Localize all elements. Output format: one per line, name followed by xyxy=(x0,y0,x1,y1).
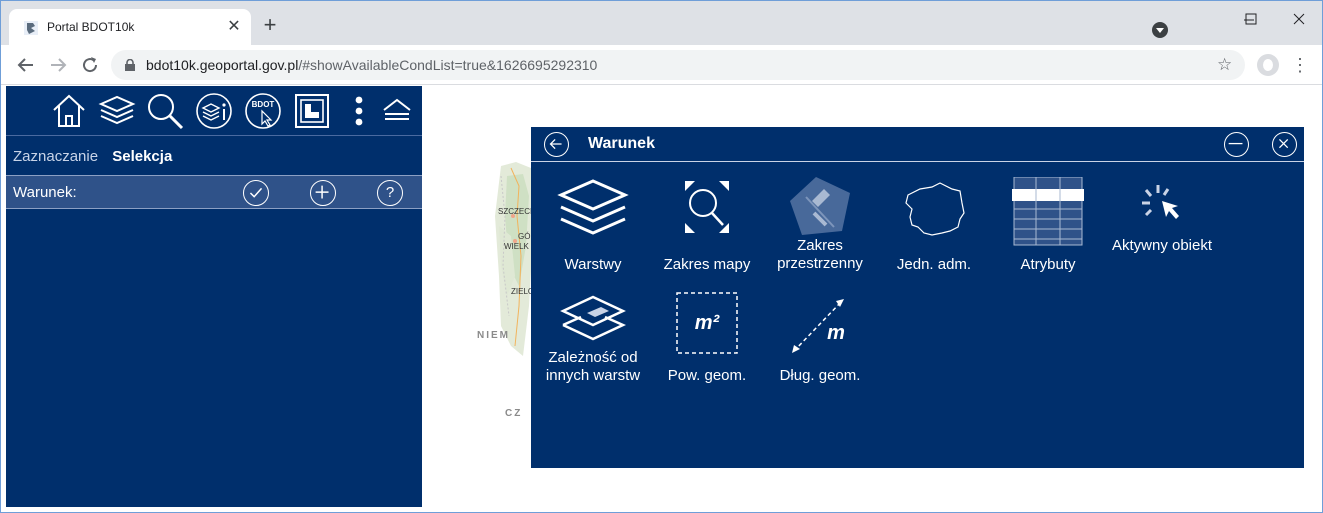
add-condition-button[interactable] xyxy=(310,180,336,206)
url-text[interactable]: bdot10k.geoportal.gov.pl/#showAvailableC… xyxy=(146,57,597,73)
option-zakres-przestrzenny[interactable]: Zakres przestrzenny xyxy=(764,177,876,277)
address-bar[interactable]: bdot10k.geoportal.gov.pl/#showAvailableC… xyxy=(111,50,1245,80)
dialog-minimize-button[interactable] xyxy=(1224,132,1249,157)
condition-bar: Warunek: ? xyxy=(6,175,422,209)
dialog-close-button[interactable] xyxy=(1272,132,1297,157)
help-icon: ? xyxy=(385,184,395,201)
new-tab-button[interactable]: + xyxy=(259,14,281,37)
profile-avatar-icon[interactable] xyxy=(1257,54,1279,76)
tab-close-icon[interactable]: ✕ xyxy=(225,18,243,36)
length-glyph: m xyxy=(827,322,845,344)
option-zaleznosc[interactable]: Zależność od innych warstw xyxy=(537,291,649,391)
url-host: bdot10k.geoportal.gov.pl xyxy=(146,57,299,73)
bdot-favicon-icon xyxy=(24,21,38,35)
browser-tab[interactable]: Portal BDOT10k ✕ xyxy=(9,9,251,45)
add-icon xyxy=(315,185,329,199)
mode-switch: Zaznaczanie Selekcja xyxy=(13,148,172,165)
search-icon[interactable] xyxy=(146,92,184,130)
layers-icon[interactable] xyxy=(98,92,136,130)
map-label: NIEM xyxy=(477,330,510,341)
option-label: Aktywny obiekt xyxy=(1111,237,1213,254)
map-label: CZ xyxy=(505,408,522,419)
tab-search-icon[interactable] xyxy=(1152,22,1168,38)
option-label: Zakres mapy xyxy=(663,256,751,273)
option-label: Warstwy xyxy=(564,256,622,273)
length-m-icon: m xyxy=(792,299,845,353)
layers-stack-icon xyxy=(557,179,629,235)
browser-toolbar: bdot10k.geoportal.gov.pl/#showAvailableC… xyxy=(1,45,1322,85)
condition-dialog: Warunek Warstwy Zakres mapy Zakres przes… xyxy=(531,127,1304,468)
collapse-icon[interactable] xyxy=(378,92,416,130)
star-icon[interactable]: ☆ xyxy=(1217,56,1232,74)
panel-toolbar: BDOT xyxy=(6,86,422,136)
option-atrybuty[interactable]: Atrybuty xyxy=(992,177,1104,277)
reload-icon[interactable] xyxy=(78,53,102,77)
option-zakres-mapy[interactable]: Zakres mapy xyxy=(651,177,763,277)
confirm-button[interactable] xyxy=(243,180,269,206)
option-aktywny-obiekt[interactable]: Aktywny obiekt xyxy=(1106,177,1218,277)
dialog-header: Warunek xyxy=(531,127,1304,162)
close-icon xyxy=(1278,138,1289,149)
option-label: Dług. geom. xyxy=(779,367,861,384)
option-dlug-geom[interactable]: m Dług. geom. xyxy=(764,291,876,391)
bdot-icon-text: BDOT xyxy=(252,100,275,109)
more-vertical-icon[interactable] xyxy=(346,92,372,130)
condition-label: Warunek: xyxy=(13,184,77,201)
help-button[interactable]: ? xyxy=(377,180,403,206)
back-arrow-icon xyxy=(549,138,562,150)
layer-info-icon[interactable] xyxy=(195,92,233,130)
bdot-select-icon[interactable]: BDOT xyxy=(244,92,282,130)
forward-arrow-icon[interactable] xyxy=(46,53,70,77)
left-panel: BDOT Zaznaczanie Selekcja Warunek: ? xyxy=(6,86,422,507)
option-label: Atrybuty xyxy=(1020,256,1076,273)
option-label: Jedn. adm. xyxy=(896,256,972,273)
option-label: Pow. geom. xyxy=(667,367,747,384)
area-m2-icon: m² xyxy=(676,292,738,354)
menu-dots-icon[interactable]: ⋮ xyxy=(1291,55,1309,75)
check-icon xyxy=(249,187,263,198)
back-arrow-icon[interactable] xyxy=(14,53,38,77)
option-jedn-adm[interactable]: Jedn. adm. xyxy=(878,177,990,277)
option-warstwy[interactable]: Warstwy xyxy=(537,177,649,277)
minimize-circle-icon xyxy=(1228,142,1243,145)
option-label: Zależność od innych warstw xyxy=(545,349,641,384)
close-window-icon[interactable] xyxy=(1284,7,1314,33)
dialog-title: Warunek xyxy=(588,135,655,152)
mode-selekcja[interactable]: Selekcja xyxy=(112,148,172,165)
home-icon[interactable] xyxy=(50,92,88,130)
page-content: SZCZECI GÓ WIELK ZIELO NIEM CZ BDOT Zazn… xyxy=(1,86,1322,512)
map-label: GÓ xyxy=(518,232,530,241)
tab-title: Portal BDOT10k xyxy=(47,20,135,34)
url-path: /#showAvailableCondList=true&16266952923… xyxy=(298,57,598,73)
browser-window: Portal BDOT10k ✕ + bdot10k.geoportal.gov… xyxy=(1,1,1322,512)
option-pow-geom[interactable]: m² Pow. geom. xyxy=(651,291,763,391)
lock-icon[interactable] xyxy=(125,59,135,71)
map-label: WIELK xyxy=(504,242,530,251)
option-label: Zakres przestrzenny xyxy=(777,237,863,272)
maximize-icon[interactable] xyxy=(1236,7,1266,33)
poland-outline-icon xyxy=(905,182,965,236)
area-glyph: m² xyxy=(695,312,721,334)
mode-zaznaczanie[interactable]: Zaznaczanie xyxy=(13,148,98,165)
map-extent-zoom-icon xyxy=(685,181,729,233)
attribute-table-icon xyxy=(1012,177,1084,246)
tab-strip: Portal BDOT10k ✕ + xyxy=(1,1,1322,45)
dialog-back-button[interactable] xyxy=(544,132,569,157)
frame-icon[interactable] xyxy=(293,92,331,130)
map-label: SZCZECI xyxy=(498,207,532,216)
